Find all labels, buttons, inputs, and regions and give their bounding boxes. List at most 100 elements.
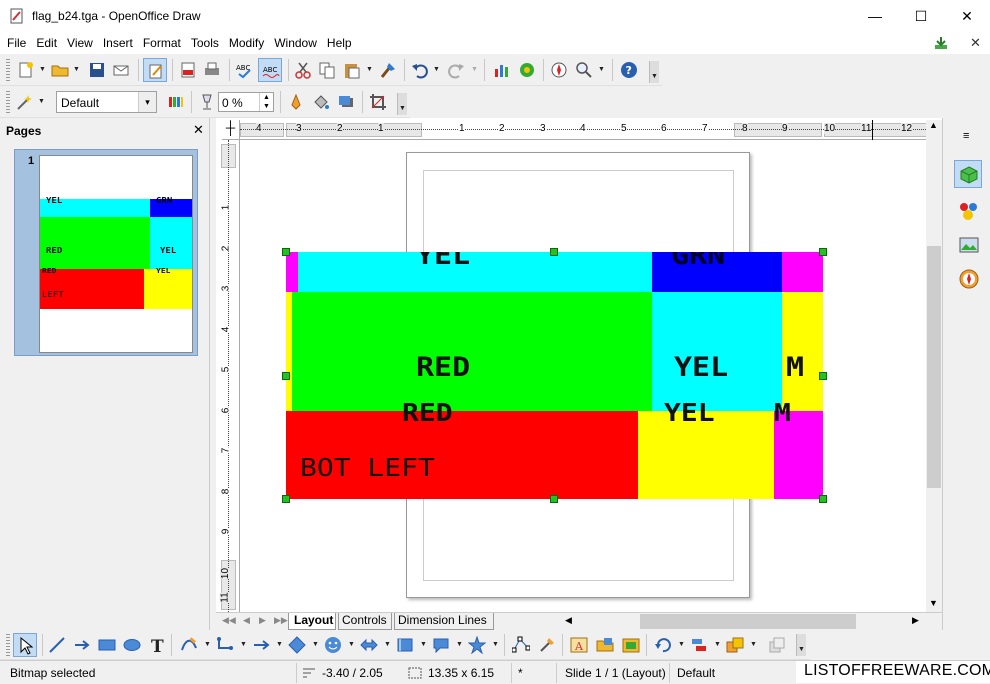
connector-tool-icon[interactable]	[216, 636, 234, 654]
navigator-compass-icon[interactable]	[958, 268, 980, 290]
open-folder-icon[interactable]	[51, 61, 69, 79]
rotate-icon[interactable]	[654, 636, 672, 654]
points-icon[interactable]	[512, 636, 530, 654]
toolbar-overflow-button[interactable]: ▼	[649, 61, 659, 83]
chevron-down-icon[interactable]: ▼	[204, 641, 211, 648]
resize-handle-top-left[interactable]	[282, 248, 290, 256]
styles-icon[interactable]	[958, 200, 980, 222]
tab-stop-selector[interactable]: ┼	[222, 120, 240, 140]
sidebar-properties-button[interactable]	[954, 160, 982, 188]
chevron-down-icon[interactable]: ▼	[240, 641, 247, 648]
menu-format[interactable]: Format	[138, 36, 186, 50]
chevron-down-icon[interactable]: ▼	[348, 641, 355, 648]
rectangle-tool-icon[interactable]	[98, 636, 116, 654]
update-download-icon[interactable]	[933, 35, 949, 51]
spellcheck-icon[interactable]: ABC	[235, 61, 253, 79]
spin-button[interactable]: ▲ ▼	[259, 93, 273, 111]
tab-dimension-lines[interactable]: Dimension Lines	[394, 613, 494, 630]
chevron-down-icon[interactable]: ▼	[276, 641, 283, 648]
maximize-button[interactable]: ☐	[898, 0, 944, 32]
chart-icon[interactable]	[493, 61, 511, 79]
flowchart-icon[interactable]	[396, 636, 414, 654]
chevron-down-icon[interactable]: ▾	[138, 92, 156, 112]
redo-icon[interactable]	[447, 61, 465, 79]
page-thumbnail-selected[interactable]: 1 YEL GRN RED YEL RED YEL LEFT	[14, 149, 198, 356]
ellipse-tool-icon[interactable]	[123, 636, 141, 654]
tab-controls[interactable]: Controls	[338, 613, 392, 630]
print-icon[interactable]	[203, 61, 221, 79]
chevron-down-icon[interactable]: ▼	[73, 66, 80, 73]
vertical-scrollbar[interactable]: ▲ ▼	[926, 120, 942, 612]
prev-tab-icon[interactable]: ◀	[243, 615, 250, 626]
gallery-toolbar-icon[interactable]	[622, 636, 640, 654]
resize-handle-bottom-right[interactable]	[819, 495, 827, 503]
basic-shapes-icon[interactable]	[288, 636, 306, 654]
export-pdf-icon[interactable]	[179, 61, 197, 79]
close-button[interactable]: ✕	[944, 0, 990, 32]
arrange-icon[interactable]	[726, 636, 744, 654]
menu-window[interactable]: Window	[269, 36, 322, 50]
menu-modify[interactable]: Modify	[224, 36, 269, 50]
block-arrows-icon[interactable]	[360, 636, 378, 654]
menu-help[interactable]: Help	[322, 36, 357, 50]
autospellcheck-button[interactable]: ABC	[258, 58, 282, 82]
symbol-shapes-icon[interactable]	[324, 636, 342, 654]
edit-file-button[interactable]	[143, 58, 167, 82]
crop-icon[interactable]	[369, 93, 387, 111]
resize-handle-left[interactable]	[282, 372, 290, 380]
chevron-down-icon[interactable]: ▼	[492, 641, 499, 648]
horizontal-scroll-thumb[interactable]	[640, 614, 856, 629]
menu-tools[interactable]: Tools	[186, 36, 224, 50]
chevron-down-icon[interactable]: ▼	[39, 66, 46, 73]
chevron-down-icon[interactable]: ▼	[433, 66, 440, 73]
callouts-icon[interactable]	[432, 636, 450, 654]
resize-handle-top[interactable]	[550, 248, 558, 256]
arrow-tool-icon[interactable]	[73, 636, 91, 654]
last-tab-icon[interactable]: ▶▶	[274, 615, 288, 626]
close-document-icon[interactable]: ✕	[970, 35, 981, 51]
minimize-button[interactable]: —	[852, 0, 898, 32]
line-icon[interactable]	[287, 93, 305, 111]
resize-handle-bottom-left[interactable]	[282, 495, 290, 503]
area-fill-icon[interactable]	[312, 93, 330, 111]
lines-arrows-icon[interactable]	[252, 636, 270, 654]
stars-icon[interactable]	[468, 636, 486, 654]
pages-panel-close-icon[interactable]: ✕	[193, 122, 204, 138]
area-color-icon[interactable]	[167, 93, 185, 111]
menu-edit[interactable]: Edit	[31, 36, 62, 50]
help-icon[interactable]: ?	[620, 61, 638, 79]
new-document-icon[interactable]	[17, 61, 35, 79]
chevron-down-icon[interactable]: ▼	[38, 98, 45, 105]
select-tool-button[interactable]	[13, 633, 37, 657]
chevron-down-icon[interactable]: ▼	[750, 641, 757, 648]
scroll-right-icon[interactable]: ▶	[912, 615, 919, 626]
align-icon[interactable]	[690, 636, 708, 654]
email-icon[interactable]	[112, 61, 130, 79]
chevron-down-icon[interactable]: ▼	[598, 66, 605, 73]
style-select[interactable]: Default ▾	[56, 91, 157, 113]
from-file-icon[interactable]	[596, 636, 614, 654]
next-tab-icon[interactable]: ▶	[259, 615, 266, 626]
chevron-down-icon[interactable]: ▼	[366, 66, 373, 73]
line-tool-icon[interactable]	[48, 636, 66, 654]
horizontal-scrollbar[interactable]: ◀ ▶	[562, 613, 926, 630]
chevron-down-icon[interactable]: ▼	[471, 66, 478, 73]
tab-layout[interactable]: Layout	[288, 613, 336, 630]
undo-icon[interactable]	[411, 61, 429, 79]
toolbar-overflow-button[interactable]: ▼	[397, 93, 407, 115]
toolbar-grip[interactable]	[6, 59, 10, 81]
scroll-left-icon[interactable]: ◀	[565, 615, 572, 626]
zoom-icon[interactable]	[575, 61, 593, 79]
fontwork-icon[interactable]	[518, 61, 536, 79]
scroll-down-icon[interactable]: ▼	[929, 598, 938, 608]
chevron-down-icon[interactable]: ▼	[678, 641, 685, 648]
chevron-down-icon[interactable]: ▼	[456, 641, 463, 648]
menu-file[interactable]: File	[2, 36, 31, 50]
scroll-up-icon[interactable]: ▲	[929, 120, 938, 130]
vertical-scroll-thumb[interactable]	[927, 246, 941, 488]
chevron-down-icon[interactable]: ▼	[384, 641, 391, 648]
fontwork-gallery-icon[interactable]: A	[570, 636, 588, 654]
chevron-down-icon[interactable]: ▼	[312, 641, 319, 648]
shadow-icon[interactable]	[337, 93, 355, 111]
toolbar-grip[interactable]	[6, 634, 10, 656]
